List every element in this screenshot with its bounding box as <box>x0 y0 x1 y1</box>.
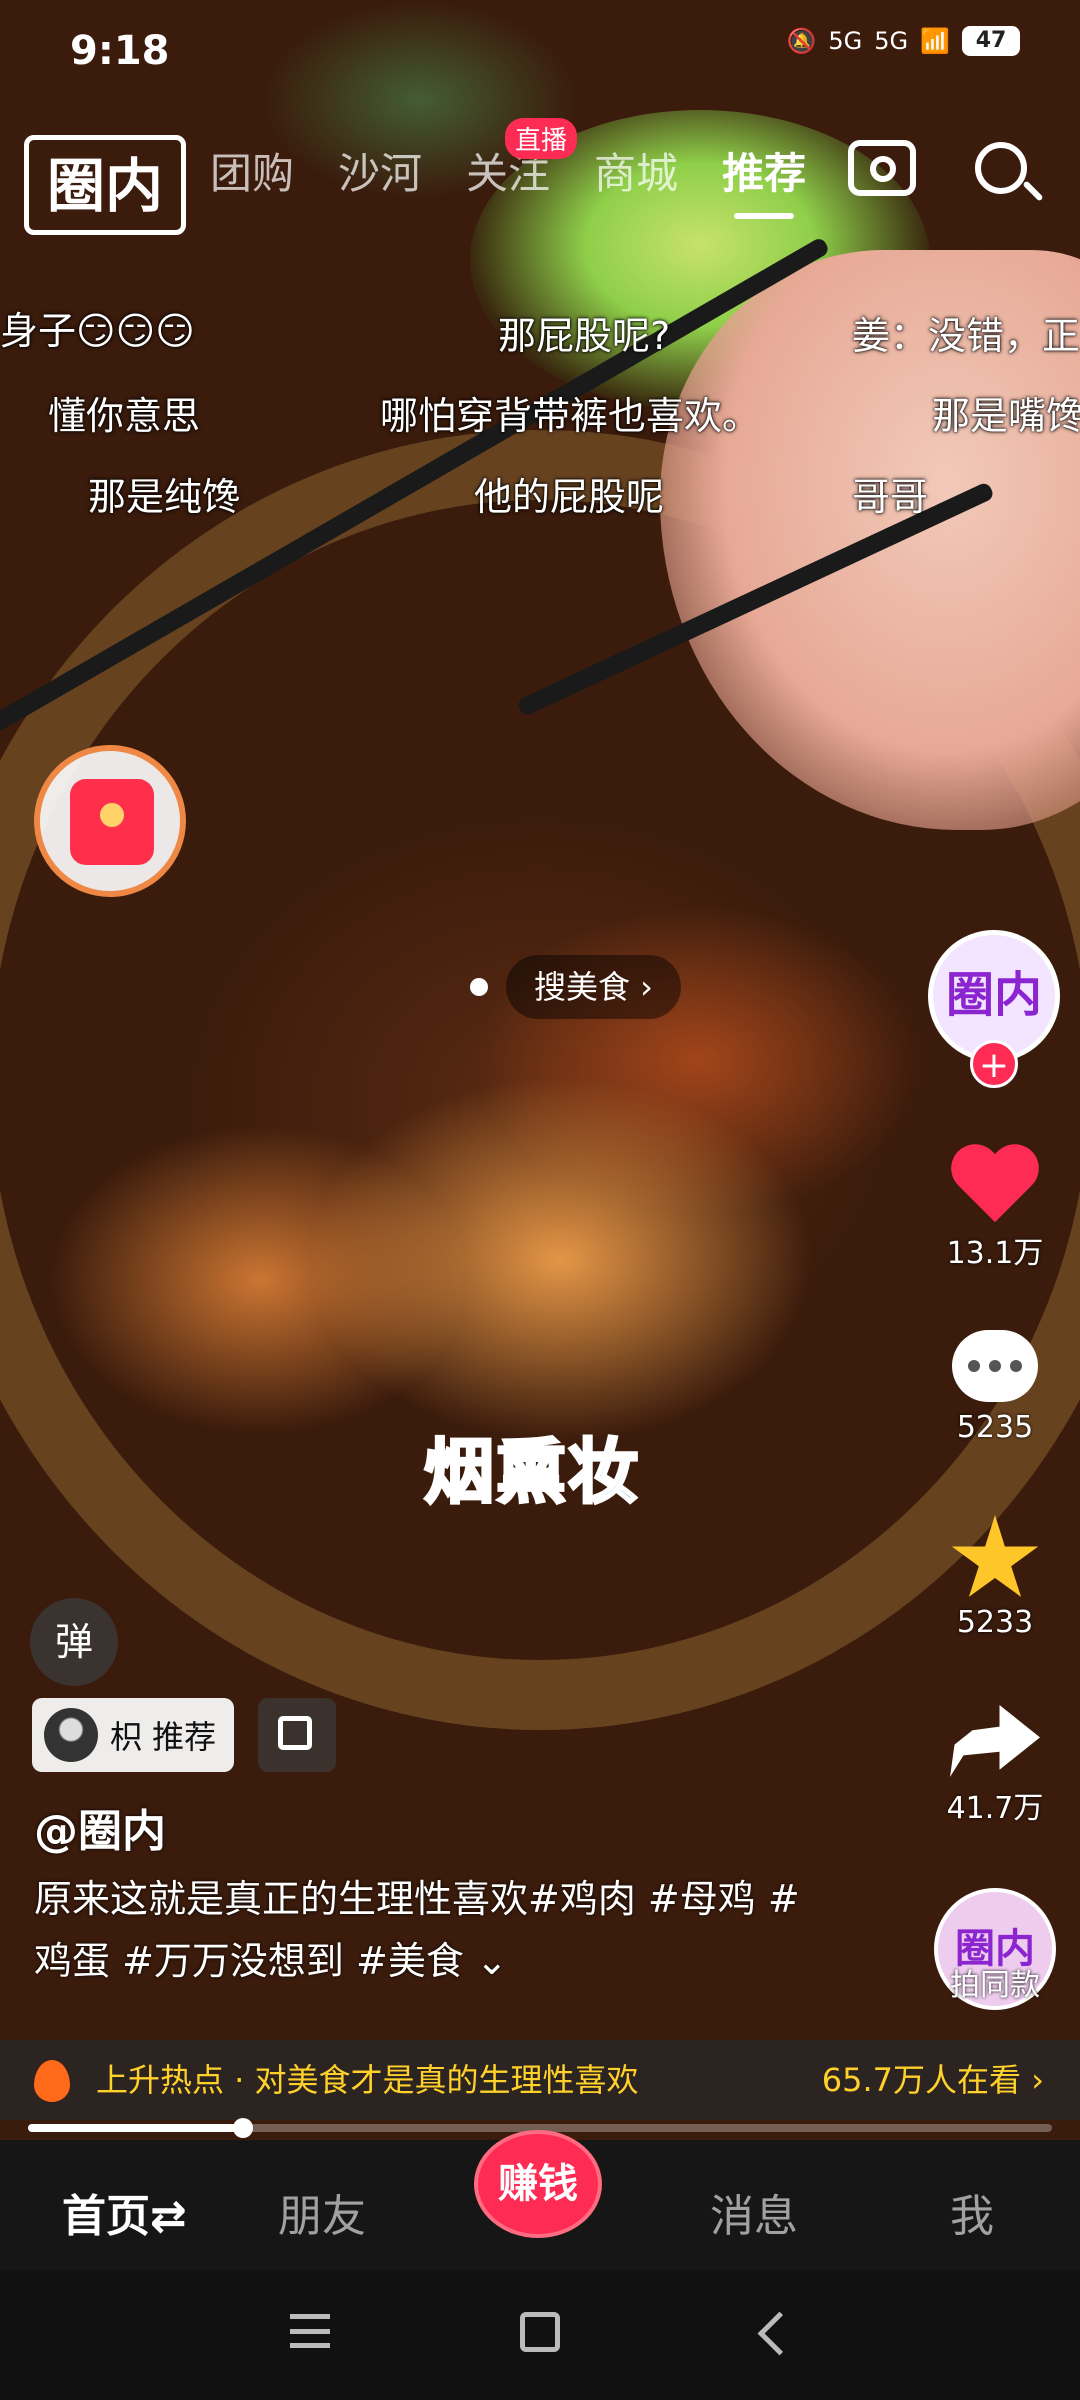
comment-button[interactable]: 5235 <box>920 1330 1070 1445</box>
progress-fill <box>28 2124 244 2132</box>
status-icons: 🔕 5G 5G 📶 47 <box>786 26 1020 56</box>
tab-friends[interactable]: 朋友 <box>278 2180 366 2244</box>
search-dot <box>470 978 488 996</box>
danmaku-comment: 他的屁股呢 <box>474 475 665 519</box>
share-button[interactable]: 41.7万 <box>920 1705 1070 1827</box>
tab-group-buy[interactable]: 团购 <box>210 140 294 201</box>
danmaku-comment: 那屁股呢? <box>498 314 671 358</box>
danmaku-comment: 那是纯馋 <box>88 475 241 519</box>
danmaku-toggle-button[interactable]: 弹 <box>30 1598 118 1686</box>
danmaku-comment: 身子😏😏😏 <box>0 309 195 353</box>
video-caption: 烟熏妆 <box>423 1430 640 1515</box>
video-progress-bar[interactable] <box>28 2118 1052 2138</box>
share-arrow-icon <box>950 1705 1040 1777</box>
danmaku-comment: 哪怕穿背带裤也喜欢。 <box>380 394 761 438</box>
like-count: 13.1万 <box>946 1236 1044 1271</box>
progress-knob[interactable] <box>233 2118 254 2138</box>
earn-money-button[interactable]: 赚钱 <box>478 2134 598 2234</box>
tab-home[interactable]: 首页⇄ <box>62 2180 187 2244</box>
recommender-avatar <box>44 1708 98 1762</box>
tab-local[interactable]: 沙河 <box>338 140 422 201</box>
app-logo[interactable]: 圈内 <box>24 135 186 235</box>
camera-icon[interactable] <box>848 140 916 196</box>
recommend-label: 枳 推荐 <box>110 1718 217 1756</box>
author-name[interactable]: @圈内 <box>34 1795 166 1859</box>
video-description[interactable]: 原来这就是真正的生理性喜欢#鸡肉 #母鸡 #鸡蛋 #万万没想到 #美食 ⌄ <box>34 1868 834 1992</box>
battery-icon: 47 <box>962 26 1020 56</box>
share-count: 41.7万 <box>946 1791 1044 1826</box>
red-packet-icon[interactable] <box>34 745 186 897</box>
menu-icon[interactable] <box>290 2314 330 2348</box>
search-food-button[interactable]: 搜美食 › <box>506 955 681 1019</box>
live-badge[interactable]: 直播 <box>505 118 578 159</box>
remix-label[interactable]: 拍同款 <box>930 1960 1060 2004</box>
tab-me[interactable]: 我 <box>950 2180 994 2244</box>
fire-icon <box>34 2060 70 2102</box>
signal-5g-icon: 5G <box>828 27 863 55</box>
heart-icon <box>950 1138 1040 1228</box>
like-button[interactable]: 13.1万 <box>920 1138 1070 1272</box>
danmaku-comment: 哥哥 <box>852 475 929 519</box>
tab-mall[interactable]: 商城 <box>594 140 678 201</box>
status-time: 9:18 <box>70 28 170 74</box>
tab-recommend[interactable]: 推荐 <box>722 140 806 219</box>
mute-bell-icon: 🔕 <box>786 27 817 55</box>
danmaku-comment: 懂你意思 <box>48 394 201 438</box>
edit-note-icon[interactable] <box>258 1698 336 1772</box>
comment-icon <box>952 1330 1038 1402</box>
follow-plus-icon[interactable]: + <box>970 1040 1018 1088</box>
danmaku-comment: 姜：没错，正 <box>852 314 1080 358</box>
favorite-count: 5233 <box>956 1605 1034 1640</box>
wifi-icon: 📶 <box>920 27 950 55</box>
favorite-button[interactable]: 5233 <box>920 1515 1070 1640</box>
search-icon[interactable] <box>975 142 1027 194</box>
comment-count: 5235 <box>956 1410 1034 1445</box>
home-square-icon[interactable] <box>520 2312 560 2352</box>
tab-messages[interactable]: 消息 <box>710 2180 798 2244</box>
hot-topic-text: 上升热点 · 对美食才是真的生理性喜欢 <box>96 2061 639 2099</box>
recommend-chip[interactable]: 枳 推荐 <box>32 1698 235 1772</box>
signal-5g-icon: 5G <box>874 27 909 55</box>
hot-topic-bar[interactable]: 上升热点 · 对美食才是真的生理性喜欢 65.7万人在看 › <box>0 2040 1080 2120</box>
video-screen[interactable]: 9:18 🔕 5G 5G 📶 47 圈内 团购 沙河 关注 商城 推荐 直播 身… <box>0 0 1080 2400</box>
watching-count: 65.7万人在看 › <box>821 2061 1044 2099</box>
danmaku-comment: 那是嘴馋 <box>932 394 1080 438</box>
star-icon <box>951 1515 1039 1597</box>
